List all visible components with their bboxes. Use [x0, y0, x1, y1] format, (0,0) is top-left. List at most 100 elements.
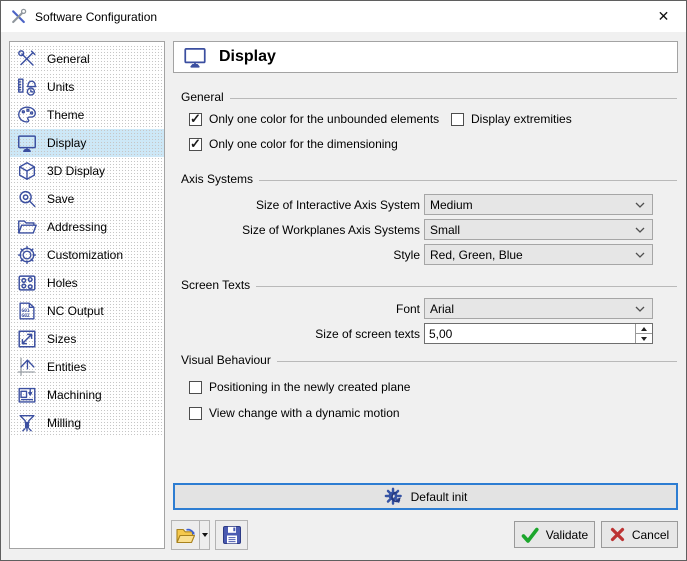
gear-refresh-icon — [384, 487, 403, 506]
sidebar-item-units[interactable]: Units — [10, 73, 164, 101]
selected-value: Small — [430, 223, 460, 237]
palette-icon — [15, 103, 39, 127]
spinner-value[interactable]: 5,00 — [425, 324, 635, 343]
page-title: Display — [219, 48, 276, 66]
section-rule — [230, 98, 677, 99]
sidebar-item-save[interactable]: Save — [10, 185, 164, 213]
spinner-buttons — [635, 324, 652, 343]
screen-text-size-spinner[interactable]: 5,00 — [424, 323, 653, 344]
units-icon — [15, 75, 39, 99]
font-select[interactable]: Arial — [424, 298, 653, 319]
sidebar-item-label: Holes — [47, 276, 78, 290]
holes-plate-icon — [15, 271, 39, 295]
checkbox-box — [189, 407, 202, 420]
svg-text:G01: G01 — [21, 308, 30, 314]
open-config-split-button[interactable] — [171, 520, 210, 550]
diagonal-resize-icon — [15, 327, 39, 351]
row-screen-text-size: Size of screen texts 5,00 — [181, 323, 653, 344]
split-dropdown-arrow-icon[interactable] — [199, 521, 209, 549]
section-visual-behaviour: Visual Behaviour — [181, 353, 677, 367]
sidebar-item-entities[interactable]: Entities — [10, 353, 164, 381]
open-folder-icon[interactable] — [172, 521, 199, 549]
section-label: Axis Systems — [181, 172, 253, 186]
sidebar-item-label: Addressing — [47, 220, 107, 234]
x-mark-icon — [610, 527, 625, 542]
selected-value: Medium — [430, 198, 473, 212]
selected-value: Red, Green, Blue — [430, 248, 523, 262]
default-init-button[interactable]: Default init — [173, 483, 678, 510]
checkbox-label: View change with a dynamic motion — [209, 406, 400, 420]
section-label: General — [181, 90, 224, 104]
checkbox-dynamic-view-change[interactable]: View change with a dynamic motion — [189, 406, 400, 420]
sidebar-item-3d-display[interactable]: 3D Display — [10, 157, 164, 185]
checkbox-label: Positioning in the newly created plane — [209, 380, 410, 394]
machining-icon — [15, 383, 39, 407]
checkbox-display-extremities[interactable]: Display extremities — [451, 112, 572, 126]
chevron-down-icon — [635, 227, 645, 233]
sidebar-item-label: Sizes — [47, 332, 76, 346]
checkbox-box — [189, 113, 202, 126]
axis-style-select[interactable]: Red, Green, Blue — [424, 244, 653, 265]
checkbox-label: Only one color for the dimensioning — [209, 137, 398, 151]
sidebar-item-theme[interactable]: Theme — [10, 101, 164, 129]
gear-icon — [15, 243, 39, 267]
checkbox-unbounded-color[interactable]: Only one color for the unbounded element… — [189, 112, 439, 126]
sidebar-item-label: Machining — [47, 388, 102, 402]
sidebar-item-label: Customization — [47, 248, 123, 262]
row-interactive-axis-size: Size of Interactive Axis System Medium — [181, 194, 653, 215]
section-axis-systems: Axis Systems — [181, 172, 677, 186]
sidebar-item-machining[interactable]: Machining — [10, 381, 164, 409]
svg-text:G02: G02 — [21, 313, 30, 319]
checkbox-box — [189, 381, 202, 394]
sidebar-item-general[interactable]: General — [10, 45, 164, 73]
section-label: Screen Texts — [181, 278, 250, 292]
sidebar-item-nc-output[interactable]: G01 G02 NC Output — [10, 297, 164, 325]
spin-up-icon[interactable] — [636, 324, 652, 334]
cancel-button[interactable]: Cancel — [601, 521, 678, 548]
magnifier-icon — [15, 187, 39, 211]
sidebar-item-addressing[interactable]: Addressing — [10, 213, 164, 241]
sidebar-item-label: Milling — [47, 416, 81, 430]
window-title: Software Configuration — [35, 10, 157, 24]
sidebar-item-label: General — [47, 52, 90, 66]
section-rule — [259, 180, 677, 181]
milling-tool-icon — [15, 411, 39, 435]
section-rule — [256, 286, 677, 287]
floppy-disk-icon — [222, 525, 242, 545]
cancel-label: Cancel — [632, 528, 669, 542]
sidebar-item-milling[interactable]: Milling — [10, 409, 164, 437]
field-label: Size of Workplanes Axis Systems — [181, 223, 424, 237]
tools-app-icon — [10, 8, 27, 25]
gcode-document-icon: G01 G02 — [15, 299, 39, 323]
checkbox-positioning-new-plane[interactable]: Positioning in the newly created plane — [189, 380, 410, 394]
sidebar-item-sizes[interactable]: Sizes — [10, 325, 164, 353]
sidebar-item-label: Display — [47, 136, 86, 150]
checkbox-dimensioning-color[interactable]: Only one color for the dimensioning — [189, 137, 398, 151]
checkbox-label: Display extremities — [471, 112, 572, 126]
workplanes-axis-size-select[interactable]: Small — [424, 219, 653, 240]
sidebar-item-label: Theme — [47, 108, 84, 122]
spin-down-icon[interactable] — [636, 334, 652, 343]
tools-icon — [15, 47, 39, 71]
sidebar-item-label: Units — [47, 80, 74, 94]
save-config-button[interactable] — [215, 520, 248, 550]
field-label: Font — [181, 302, 424, 316]
panel-header: Display — [173, 41, 678, 73]
sidebar-item-holes[interactable]: Holes — [10, 269, 164, 297]
field-label: Style — [181, 248, 424, 262]
monitor-icon — [182, 44, 208, 70]
cube-icon — [15, 159, 39, 183]
sidebar-item-label: Save — [47, 192, 74, 206]
category-list: General Units Theme — [9, 41, 165, 549]
chevron-down-icon — [635, 306, 645, 312]
validate-button[interactable]: Validate — [514, 521, 595, 548]
field-label: Size of screen texts — [181, 327, 424, 341]
chevron-down-icon — [635, 252, 645, 258]
sidebar-item-customization[interactable]: Customization — [10, 241, 164, 269]
sidebar-item-display[interactable]: Display — [10, 129, 164, 157]
monitor-icon — [15, 131, 39, 155]
sidebar-item-label: 3D Display — [47, 164, 105, 178]
interactive-axis-size-select[interactable]: Medium — [424, 194, 653, 215]
section-general: General — [181, 90, 677, 104]
close-icon[interactable]: ✕ — [641, 1, 686, 32]
